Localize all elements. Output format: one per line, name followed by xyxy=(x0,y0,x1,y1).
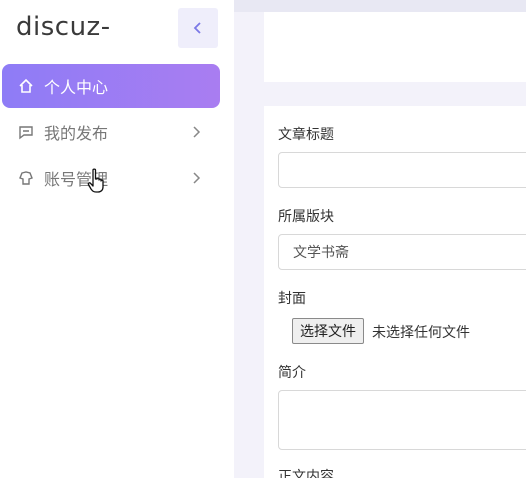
sidebar-item-account-management[interactable]: 账号管理 xyxy=(2,156,220,200)
section-select[interactable]: 文学书斋 xyxy=(278,234,526,270)
sidebar-item-label: 我的发布 xyxy=(44,124,109,143)
file-status: 未选择任何文件 xyxy=(372,325,470,341)
app-window: discuz- 个人中心 我的发布 账号管理 文章标题 所属版块 文学书斋 封面… xyxy=(0,0,526,478)
section-label: 所属版块 xyxy=(278,209,334,225)
hand-pointer-cursor xyxy=(86,168,108,194)
choose-file-button[interactable]: 选择文件 xyxy=(292,318,364,344)
top-strip xyxy=(234,0,526,12)
chevron-left-icon xyxy=(191,21,205,35)
sidebar: discuz- 个人中心 我的发布 账号管理 xyxy=(0,0,234,478)
header-card xyxy=(264,12,526,82)
summary-label: 简介 xyxy=(278,365,306,381)
main-content: 文章标题 所属版块 文学书斋 封面 选择文件 未选择任何文件 简介 正文内容 xyxy=(234,0,526,478)
sidebar-item-personal-center[interactable]: 个人中心 xyxy=(2,64,220,108)
message-square-icon xyxy=(18,124,34,140)
content-label: 正文内容 xyxy=(278,469,334,478)
cover-label: 封面 xyxy=(278,291,306,307)
post-form: 文章标题 所属版块 文学书斋 封面 选择文件 未选择任何文件 简介 正文内容 xyxy=(264,106,526,478)
summary-textarea[interactable] xyxy=(278,390,526,450)
title-input[interactable] xyxy=(278,152,526,188)
chevron-right-icon xyxy=(190,170,202,184)
shirt-icon xyxy=(18,170,34,186)
chevron-right-icon xyxy=(190,124,202,138)
brand-logo: discuz- xyxy=(16,12,111,42)
sidebar-item-my-posts[interactable]: 我的发布 xyxy=(2,110,220,154)
home-icon xyxy=(18,78,34,94)
sidebar-item-label: 个人中心 xyxy=(44,78,109,97)
title-label: 文章标题 xyxy=(278,127,334,143)
collapse-sidebar-button[interactable] xyxy=(178,8,218,48)
